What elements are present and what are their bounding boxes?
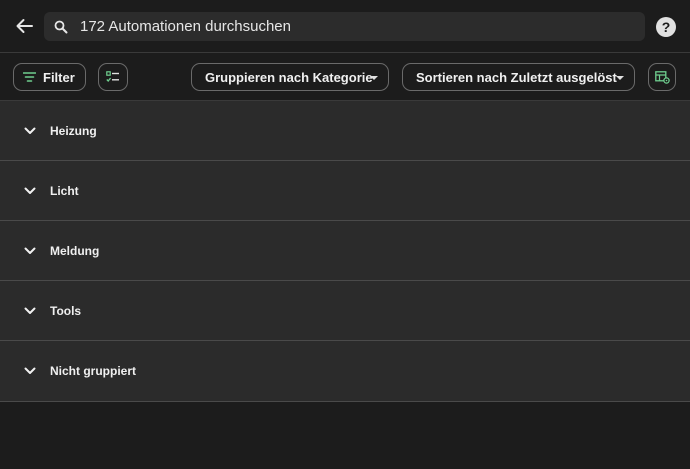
help-button[interactable]: ? (656, 17, 676, 37)
group-row-ungrouped[interactable]: Nicht gruppiert (0, 341, 690, 402)
arrow-left-icon (16, 19, 33, 33)
dropdown-caret-icon (370, 76, 378, 80)
chevron-down-icon (24, 367, 36, 374)
filter-label: Filter (43, 69, 75, 85)
table-settings-button[interactable] (648, 63, 676, 91)
group-label: Tools (50, 303, 82, 318)
sort-by-label: Sortieren nach Zuletzt ausgelöst (416, 69, 617, 85)
filter-toolbar: Filter Gruppieren nach Kategorie Sortier… (0, 53, 690, 101)
group-row-heizung[interactable]: Heizung (0, 101, 690, 161)
group-row-tools[interactable]: Tools (0, 281, 690, 341)
chevron-down-icon (24, 307, 36, 314)
automation-group-list: Heizung Licht Meldung Tools Nicht gruppi… (0, 101, 690, 402)
dropdown-caret-icon (616, 76, 624, 80)
search-input[interactable] (78, 17, 622, 36)
filter-button[interactable]: Filter (13, 63, 86, 91)
group-row-meldung[interactable]: Meldung (0, 221, 690, 281)
back-button[interactable] (10, 12, 38, 40)
group-by-dropdown[interactable]: Gruppieren nach Kategorie (191, 63, 389, 91)
group-by-label: Gruppieren nach Kategorie (205, 69, 373, 85)
table-cog-icon (654, 70, 670, 84)
magnify-icon (54, 20, 68, 34)
filter-variant-icon (23, 72, 36, 82)
group-label: Licht (50, 183, 79, 198)
chevron-down-icon (24, 187, 36, 194)
chevron-down-icon (24, 127, 36, 134)
group-row-licht[interactable]: Licht (0, 161, 690, 221)
checklist-icon (106, 71, 119, 82)
chevron-down-icon (24, 247, 36, 254)
sort-by-dropdown[interactable]: Sortieren nach Zuletzt ausgelöst (402, 63, 635, 91)
search-field[interactable] (44, 12, 645, 41)
group-label: Nicht gruppiert (50, 364, 136, 378)
group-label: Meldung (50, 243, 100, 258)
group-label: Heizung (50, 123, 97, 138)
selection-mode-button[interactable] (98, 63, 128, 91)
help-circle-icon: ? (661, 19, 671, 35)
top-app-bar: ? (0, 0, 690, 53)
